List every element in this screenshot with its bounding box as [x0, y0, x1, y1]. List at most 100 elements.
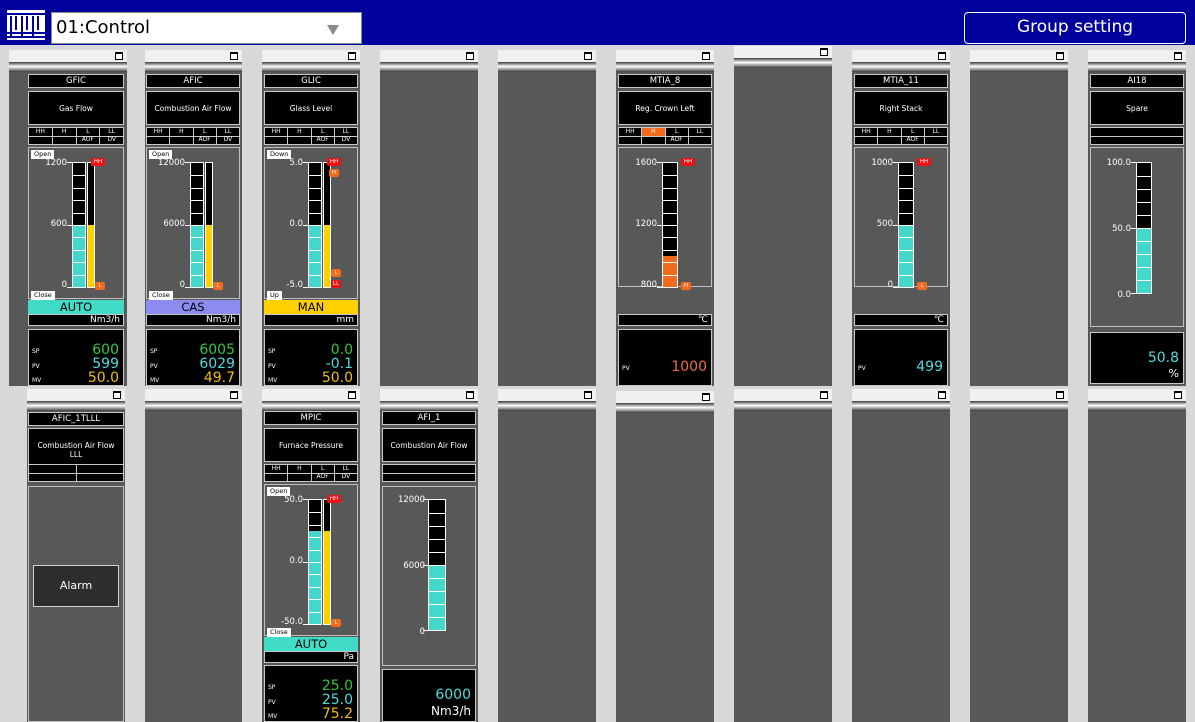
faceplate-afi1[interactable]: AFI_1 Combustion Air Flow 12000 6000 0 6… — [382, 411, 476, 722]
maximize-icon[interactable] — [230, 391, 238, 399]
mv-value[interactable]: 50.0 — [322, 371, 353, 385]
bar-segment-line — [309, 574, 321, 576]
close-label: Close — [31, 291, 55, 300]
maximize-icon[interactable] — [115, 52, 123, 60]
bar-segment-line — [73, 237, 85, 239]
alarm-button[interactable]: Alarm — [33, 565, 119, 607]
chevron-down-icon[interactable] — [327, 25, 339, 35]
faceplate-gfic[interactable]: GFIC Gas Flow HH H L LL AOF DV Open 1200 600… — [28, 74, 124, 386]
tag-name: AFI_1 — [382, 411, 476, 425]
maximize-icon[interactable] — [1174, 391, 1182, 399]
bar-segment-line — [73, 200, 85, 202]
tag-name: MTIA_11 — [854, 74, 948, 88]
bar-segment-line — [309, 599, 321, 601]
bar-segment-line — [663, 187, 677, 189]
h-alarm-marker: H — [329, 169, 339, 177]
faceplate-mtia11[interactable]: MTIA_11 Right Stack HH H L LL AOF 1000 500 … — [854, 74, 948, 386]
pv-value: 25.0 — [321, 692, 353, 708]
faceplate-ai18[interactable]: AI18 Spare 100.0 50.0 0.0 50.8 % — [1090, 74, 1184, 386]
sp-value[interactable]: 25.0 — [322, 679, 353, 693]
pv-gauge: Open 1200 600 0 HH L Close — [28, 147, 124, 300]
maximize-icon[interactable] — [702, 393, 710, 401]
scale-tick — [303, 499, 308, 500]
maximize-icon[interactable] — [1056, 391, 1064, 399]
maximize-icon[interactable] — [584, 391, 592, 399]
engineering-unit: mm — [264, 314, 358, 326]
faceplate-glic[interactable]: GLIC Glass Level HH H L LL AOF DV Down 5.0 0… — [264, 74, 358, 386]
group-select[interactable]: 01:Control — [51, 12, 362, 44]
pv-value: 599 — [92, 356, 119, 372]
bar-segment-line — [1137, 202, 1151, 203]
maximize-icon[interactable] — [938, 52, 946, 60]
bar-segment-line — [191, 274, 203, 276]
tag-name: AFIC — [146, 74, 240, 88]
bar-segment-line — [309, 512, 321, 514]
maximize-icon[interactable] — [348, 52, 356, 60]
scale-tick — [1131, 293, 1136, 294]
maximize-icon[interactable] — [348, 391, 356, 399]
process-values: PV 499 — [854, 329, 948, 386]
process-values: SP 25.0 PV 25.0 MV 75.2 — [264, 665, 358, 722]
bar-segment-line — [899, 200, 913, 202]
maximize-icon[interactable] — [466, 391, 474, 399]
alarm-area: Alarm — [28, 486, 124, 722]
mode-auto[interactable]: AUTO — [28, 300, 124, 314]
mode-cas[interactable]: CAS — [146, 300, 240, 314]
mv-value[interactable]: 75.2 — [322, 707, 353, 721]
bar-segment-line — [191, 262, 203, 264]
bar-segment-line — [309, 225, 321, 226]
faceplate-mpic[interactable]: MPIC Furnace Pressure HH H L LL AOF DV Open … — [264, 411, 358, 722]
bar-segment-line — [663, 237, 677, 239]
tag-comment: Right Stack — [854, 91, 948, 125]
mode-man[interactable]: MAN — [264, 300, 358, 314]
sp-value[interactable]: 600 — [92, 343, 119, 357]
bar-segment-line — [1137, 267, 1151, 268]
tag-name: GFIC — [28, 74, 124, 88]
maximize-icon[interactable] — [230, 52, 238, 60]
maximize-icon[interactable] — [938, 391, 946, 399]
maximize-icon[interactable] — [466, 52, 474, 60]
alarm-status-grid: HH H L LL AOF DV — [28, 127, 124, 145]
sp-value[interactable]: 0.0 — [331, 343, 353, 357]
scale-tick — [185, 162, 190, 163]
maximize-icon[interactable] — [820, 48, 828, 56]
mode-auto[interactable]: AUTO — [264, 637, 358, 651]
scale-tick — [1131, 227, 1136, 229]
tag-comment: Reg. Crown Left — [618, 91, 712, 125]
bar-segment-line — [1137, 176, 1151, 177]
close-label: Close — [149, 291, 173, 300]
mv-bar — [87, 162, 95, 288]
maximize-icon[interactable] — [1174, 52, 1182, 60]
bar-segment-line — [429, 604, 445, 605]
engineering-unit: Nm3/h — [28, 314, 124, 326]
faceplate-afic[interactable]: AFIC Combustion Air Flow HH H L LL AOF DV Op… — [146, 74, 240, 386]
bar-segment-line — [899, 225, 913, 226]
bar-segment-line — [899, 237, 913, 239]
group-setting-button[interactable]: Group setting — [964, 12, 1186, 44]
bar-segment-line — [1137, 189, 1151, 190]
mv-value[interactable]: 50.0 — [88, 371, 119, 385]
mv-value[interactable]: 49.7 — [204, 371, 235, 385]
pv-bar — [190, 162, 204, 288]
maximize-icon[interactable] — [820, 391, 828, 399]
maximize-icon[interactable] — [702, 52, 710, 60]
bar-segment-line — [899, 175, 913, 177]
scale-tick — [67, 224, 72, 226]
faceplate-mtia8[interactable]: MTIA_8 Reg. Crown Left HH H L LL AOF 1600 1… — [618, 74, 712, 386]
bar-segment-line — [429, 617, 445, 618]
maximize-icon[interactable] — [584, 52, 592, 60]
sp-value[interactable]: 6005 — [199, 343, 235, 357]
faceplate-panel-empty-9 — [970, 50, 1068, 386]
engineering-unit: ℃ — [618, 314, 712, 326]
alarm-status-grid — [382, 464, 476, 482]
scale-tick — [303, 287, 308, 288]
bar-segment-line — [309, 549, 321, 551]
bar-segment-line — [73, 249, 85, 251]
maximize-icon[interactable] — [113, 391, 121, 399]
scale-tick — [423, 564, 428, 566]
faceplate-panel-empty-5 — [498, 50, 596, 386]
scale-tick — [423, 499, 428, 500]
faceplate-afic1tllll[interactable]: AFIC_1TLLL Combustion Air Flow LLL Alarm — [28, 412, 124, 722]
maximize-icon[interactable] — [1056, 52, 1064, 60]
h-alarm-marker: H — [681, 282, 691, 290]
